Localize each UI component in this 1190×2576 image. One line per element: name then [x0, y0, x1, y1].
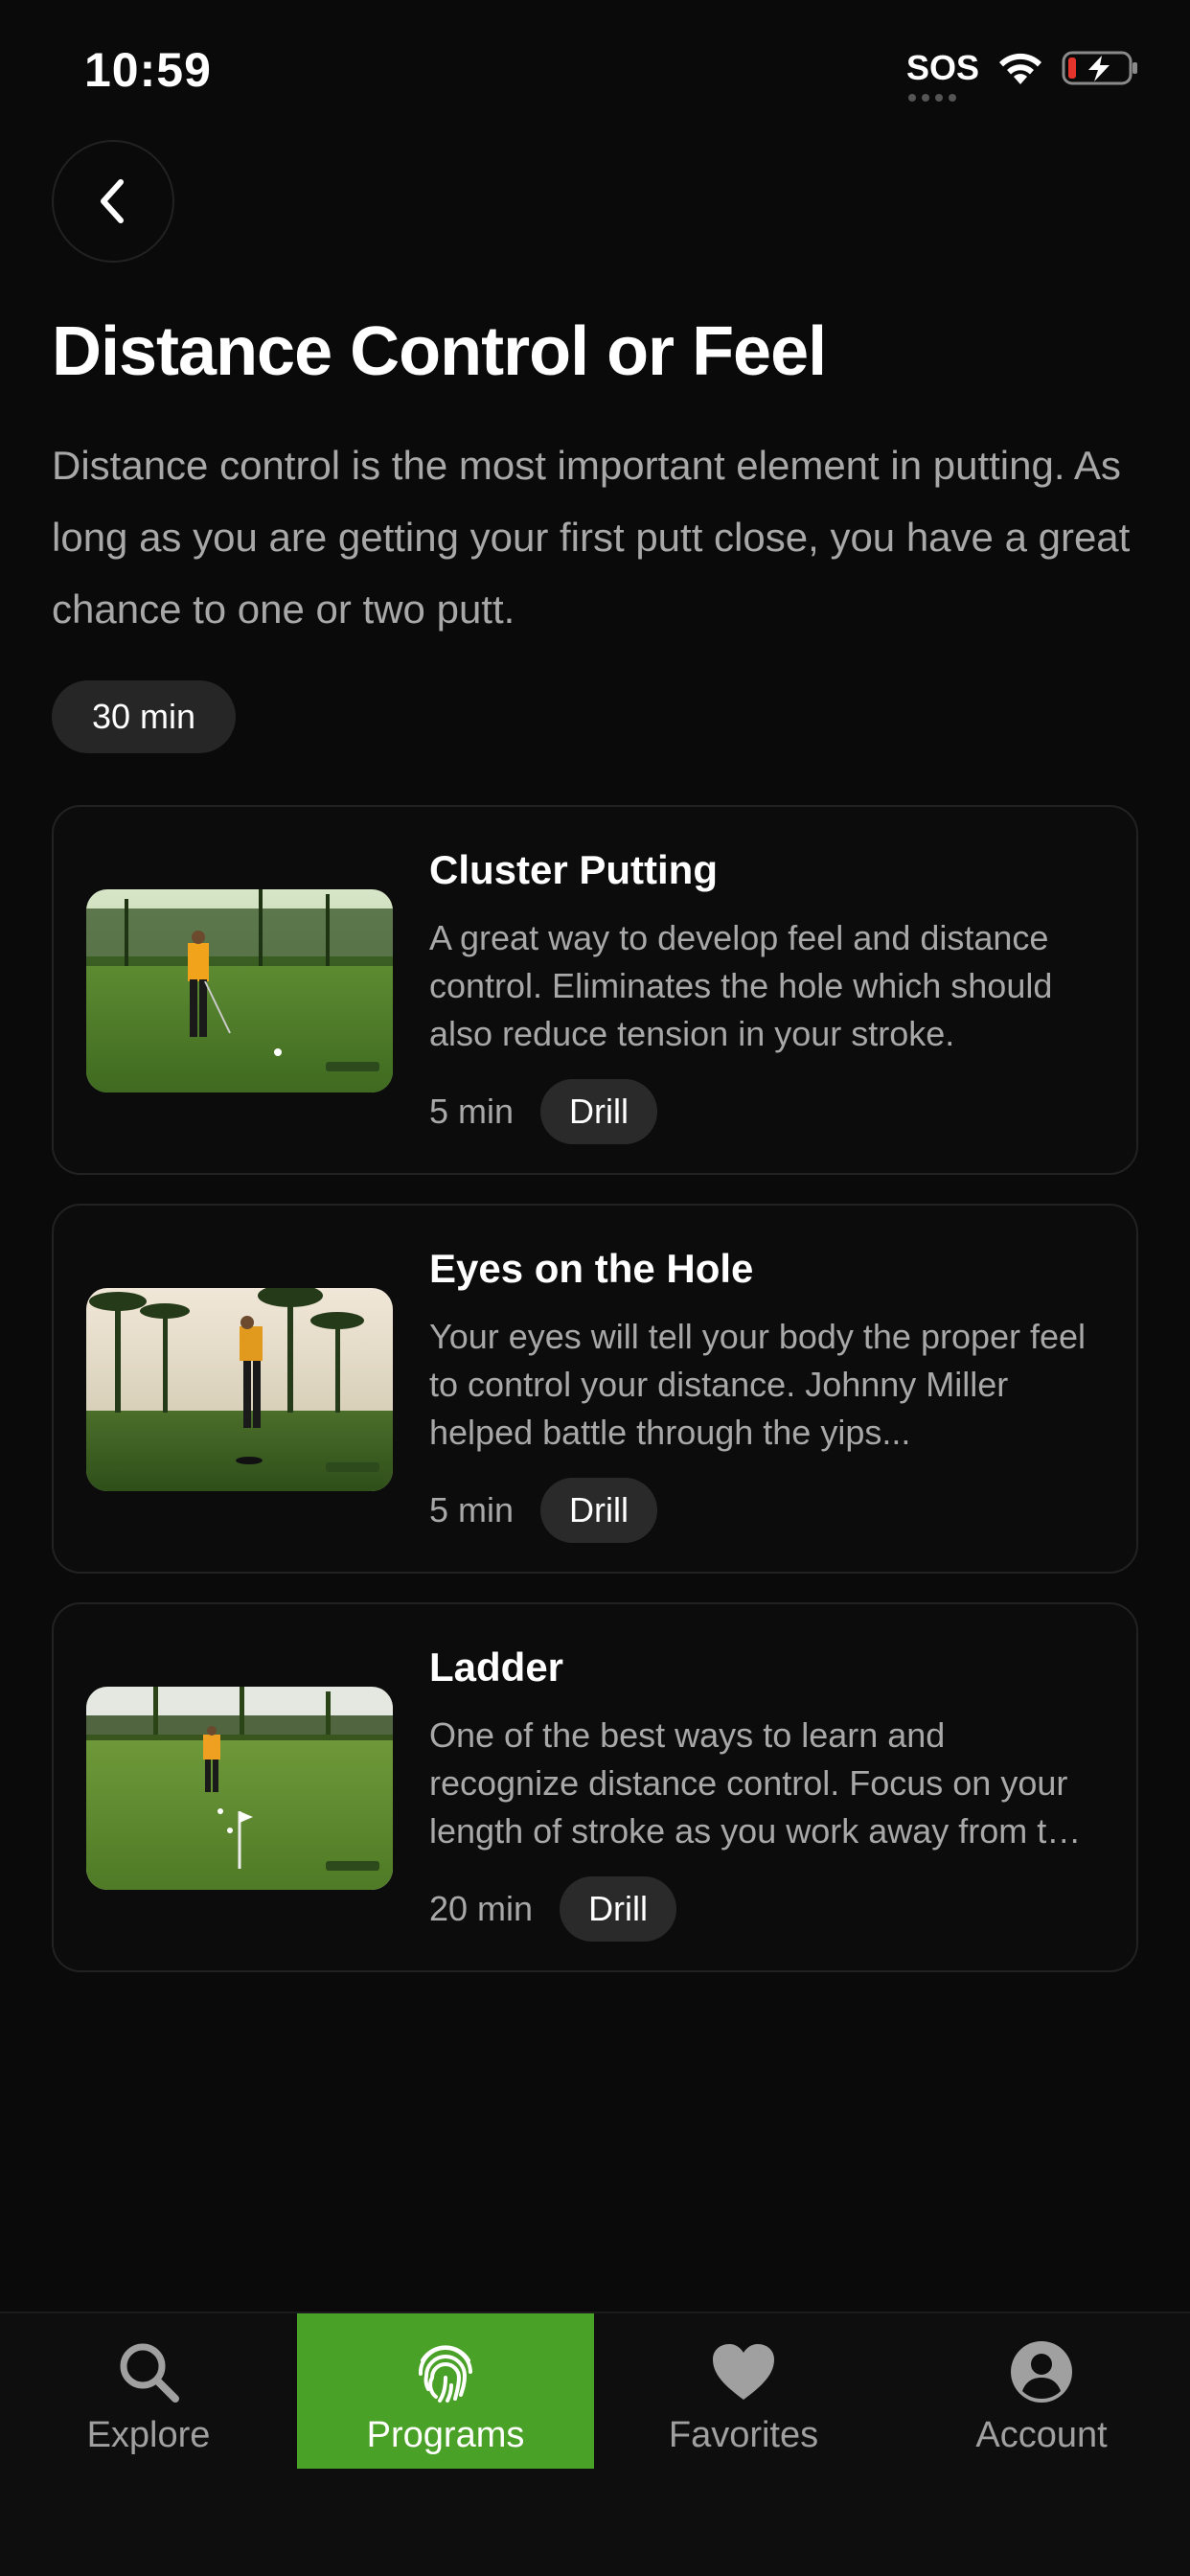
drill-description: Your eyes will tell your body the proper…	[429, 1317, 1087, 1452]
wifi-icon	[999, 53, 1041, 84]
tab-explore[interactable]: Explore	[0, 2313, 297, 2469]
tab-label: Programs	[366, 2415, 525, 2455]
tab-label: Account	[975, 2415, 1108, 2455]
drill-title: Cluster Putting	[429, 847, 718, 892]
bottom-tab-bar: Explore Programs Favorites Account	[0, 2312, 1190, 2576]
program-duration-badge: 30 min	[52, 680, 237, 753]
program-description: Distance control is the most important e…	[52, 443, 1131, 632]
battery-charging-icon	[1062, 51, 1137, 85]
drill-title: Ladder	[429, 1644, 564, 1690]
drill-duration: 5 min	[429, 1490, 515, 1530]
tab-favorites[interactable]: Favorites	[595, 2313, 892, 2469]
sos-indicator: SOS	[905, 48, 979, 102]
tab-programs[interactable]: Programs	[297, 2313, 594, 2469]
back-button[interactable]	[52, 140, 174, 263]
drill-meta: 5 min Drill	[429, 1478, 658, 1543]
chevron-left-icon	[101, 179, 124, 223]
sos-label: SOS	[905, 48, 979, 87]
drill-meta: 5 min Drill	[429, 1079, 658, 1144]
drill-card-eyes-on-the-hole[interactable]: Eyes on the Hole Your eyes will tell you…	[52, 1204, 1138, 1574]
drill-type-badge: Drill	[540, 1079, 658, 1144]
tab-label: Favorites	[668, 2415, 819, 2455]
drill-thumbnail	[86, 1288, 393, 1491]
tab-account[interactable]: Account	[893, 2313, 1190, 2469]
heart-icon	[713, 2344, 774, 2400]
page-title: Distance Control or Feel	[52, 313, 827, 390]
drill-card-cluster-putting[interactable]: Cluster Putting A great way to develop f…	[52, 805, 1138, 1175]
status-bar: 10:59 SOS	[0, 0, 1190, 144]
account-icon	[1011, 2341, 1072, 2403]
drill-meta: 20 min Drill	[429, 1876, 677, 1942]
drill-description: One of the best ways to learn and recogn…	[429, 1715, 1086, 1851]
drill-thumbnail	[86, 889, 393, 1092]
drill-card-ladder[interactable]: Ladder One of the best ways to learn and…	[52, 1602, 1138, 1972]
fingerprint-icon	[418, 2345, 472, 2403]
tab-label: Explore	[86, 2415, 211, 2455]
drill-description: A great way to develop feel and distance…	[429, 918, 1053, 1053]
drill-duration: 5 min	[429, 1092, 515, 1131]
status-icons: SOS	[905, 48, 1140, 102]
drill-title: Eyes on the Hole	[429, 1246, 754, 1291]
status-time: 10:59	[84, 43, 212, 97]
search-icon	[120, 2343, 179, 2403]
drill-type-badge: Drill	[540, 1478, 658, 1543]
drill-thumbnail	[86, 1687, 393, 1890]
drill-type-badge: Drill	[560, 1876, 677, 1942]
drill-duration: 20 min	[429, 1889, 534, 1928]
